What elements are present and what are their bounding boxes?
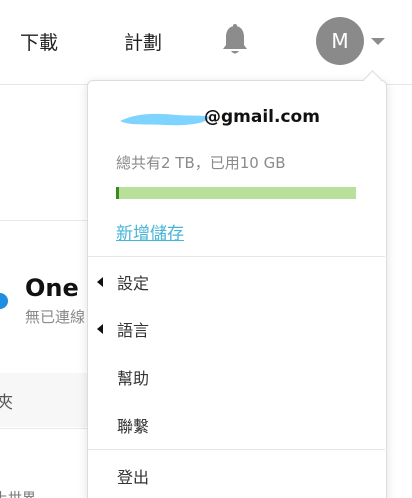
app-root: 下載 計劃 M One D 無已連線 夾 上世界 @gmail.com 總共有2… (0, 0, 412, 498)
storage-summary: 總共有2 TB，已用10 GB (116, 154, 286, 172)
bell-icon[interactable] (220, 23, 250, 57)
storage-progress-bar (116, 187, 356, 199)
background-divider (0, 428, 100, 429)
menu-item-language[interactable]: 語言 (88, 306, 385, 350)
background-folder-label: 夾 (0, 393, 13, 413)
caret-left-icon (97, 277, 103, 287)
account-email: @gmail.com (116, 106, 336, 130)
caret-left-icon (97, 324, 103, 334)
menu-item-contact[interactable]: 聯繫 (88, 402, 385, 446)
avatar[interactable]: M (316, 17, 364, 65)
menu-item-help[interactable]: 幫助 (88, 354, 385, 398)
redaction-scribble (120, 113, 210, 126)
background-bottom-label: 上世界 (0, 488, 36, 498)
menu-divider (88, 449, 385, 450)
background-divider (0, 220, 100, 221)
chevron-down-icon[interactable] (371, 38, 385, 45)
background-folder-row (0, 373, 100, 427)
nav-download-link[interactable]: 下載 (20, 28, 58, 55)
menu-divider (88, 256, 385, 257)
menu-item-label: 語言 (117, 321, 150, 340)
menu-item-settings[interactable]: 設定 (88, 259, 385, 303)
nav-plan-link[interactable]: 計劃 (124, 28, 162, 55)
storage-progress-fill (116, 187, 120, 199)
top-header: 下載 計劃 M (0, 0, 412, 85)
add-storage-link[interactable]: 新增儲存 (116, 219, 184, 244)
logout-button[interactable]: 登出 (88, 453, 385, 497)
status-dot-icon (0, 293, 8, 309)
background-subtitle: 無已連線 (25, 308, 86, 326)
logout-label: 登出 (117, 468, 150, 487)
email-address: @gmail.com (204, 107, 320, 127)
menu-item-label: 聯繫 (117, 417, 150, 436)
menu-item-label: 設定 (117, 274, 150, 293)
menu-item-label: 幫助 (117, 369, 150, 388)
